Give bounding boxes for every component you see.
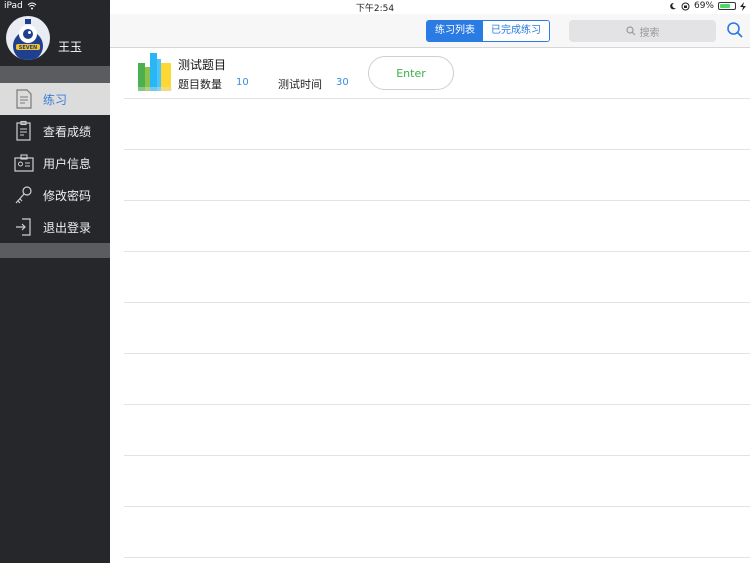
sidebar-item-label: 用户信息 <box>43 156 92 171</box>
search-input[interactable]: 搜索 <box>569 20 716 42</box>
avatar-logo-text: SEVEN <box>19 45 38 51</box>
moon-icon <box>670 2 676 10</box>
sidebar-item-change-password[interactable]: 修改密码 <box>0 179 110 211</box>
question-count-label: 题目数量 <box>178 78 222 91</box>
empty-row <box>124 150 750 201</box>
empty-row <box>124 99 750 150</box>
charging-icon <box>740 1 746 11</box>
tab-completed-practice[interactable]: 已完成练习 <box>483 21 549 41</box>
username: 王玉 <box>58 40 83 54</box>
enter-button[interactable]: Enter <box>368 56 454 90</box>
sidebar-item-label: 修改密码 <box>43 188 92 203</box>
search-placeholder: 搜索 <box>639 27 660 39</box>
sidebar-divider-top <box>0 66 110 83</box>
empty-row <box>124 354 750 405</box>
sidebar-item-practice[interactable]: 练习 <box>0 83 110 115</box>
empty-row <box>124 201 750 252</box>
sidebar-divider-bottom <box>0 243 110 258</box>
empty-row <box>124 405 750 456</box>
rotation-lock-icon <box>681 2 690 10</box>
status-bar: iPad 下午2:54 69% <box>0 0 750 14</box>
item-title: 测试题目 <box>178 58 227 72</box>
status-time: 下午2:54 <box>355 4 395 14</box>
empty-row <box>124 303 750 354</box>
sidebar: SEVEN 王玉 练习 查看成绩 用户信息 修改密码 退出登录 <box>0 0 110 563</box>
question-count-value: 10 <box>236 77 249 88</box>
navbar: 练习列表 已完成练习 搜索 <box>110 14 750 48</box>
avatar[interactable]: SEVEN <box>6 16 50 60</box>
sidebar-menu: 练习 查看成绩 用户信息 修改密码 退出登录 <box>0 83 110 243</box>
practice-list: 测试题目 题目数量 10 测试时间 30 Enter <box>124 48 750 558</box>
list-item[interactable]: 测试题目 题目数量 10 测试时间 30 Enter <box>124 48 750 99</box>
seven-mascot-icon: SEVEN <box>13 19 43 60</box>
sidebar-item-scores[interactable]: 查看成绩 <box>0 115 110 147</box>
sidebar-item-label: 练习 <box>43 92 68 107</box>
empty-row <box>124 507 750 558</box>
profile-header: SEVEN 王玉 <box>0 14 110 66</box>
search-button-icon[interactable] <box>726 21 744 39</box>
sidebar-item-label: 查看成绩 <box>43 124 92 139</box>
segmented-control: 练习列表 已完成练习 <box>426 20 550 42</box>
battery-icon <box>718 2 736 10</box>
books-icon <box>138 53 172 91</box>
test-time-value: 30 <box>336 77 349 88</box>
test-time-label: 测试时间 <box>278 78 322 91</box>
clipboard-icon <box>16 120 31 141</box>
key-icon <box>15 186 32 204</box>
logout-icon <box>16 218 31 236</box>
tab-practice-list[interactable]: 练习列表 <box>427 21 483 41</box>
empty-row <box>124 456 750 507</box>
id-card-icon <box>14 154 34 172</box>
battery-percent: 69% <box>693 1 714 11</box>
sidebar-item-user-info[interactable]: 用户信息 <box>0 147 110 179</box>
status-right: 69% <box>669 1 746 11</box>
search-icon <box>625 26 635 36</box>
document-icon <box>16 89 32 109</box>
empty-row <box>124 252 750 303</box>
sidebar-item-label: 退出登录 <box>43 220 92 235</box>
sidebar-item-logout[interactable]: 退出登录 <box>0 211 110 243</box>
